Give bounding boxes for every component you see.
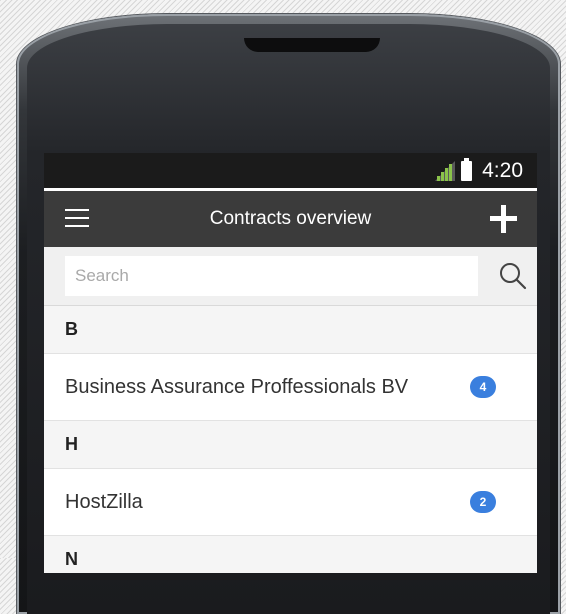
menu-icon[interactable] (65, 209, 89, 229)
app-bar: Contracts overview (44, 191, 537, 247)
contract-name: Business Assurance Proffessionals BV (65, 375, 409, 398)
page-title: Contracts overview (209, 208, 372, 229)
list-item[interactable]: Business Assurance Proffessionals BV 4 (44, 354, 537, 421)
search-input[interactable] (65, 256, 478, 296)
status-icons: 4:20 (435, 158, 523, 183)
section-header-h: H (44, 421, 537, 469)
status-clock: 4:20 (482, 159, 523, 182)
section-header-b: B (44, 306, 537, 354)
search-bar (44, 247, 537, 306)
add-icon[interactable] (487, 203, 519, 235)
contract-name: HostZilla (65, 490, 143, 513)
signal-icon (435, 161, 456, 181)
earpiece-speaker (244, 38, 380, 52)
phone-screen: 4:20 Contracts overview B Business Assur… (44, 153, 537, 573)
list-item[interactable]: HostZilla 2 (44, 469, 537, 536)
count-badge: 4 (470, 376, 496, 398)
section-header-n: N (44, 536, 537, 573)
search-icon[interactable] (499, 262, 527, 290)
battery-icon (461, 158, 473, 181)
count-badge: 2 (470, 491, 496, 513)
status-bar: 4:20 (44, 153, 537, 191)
